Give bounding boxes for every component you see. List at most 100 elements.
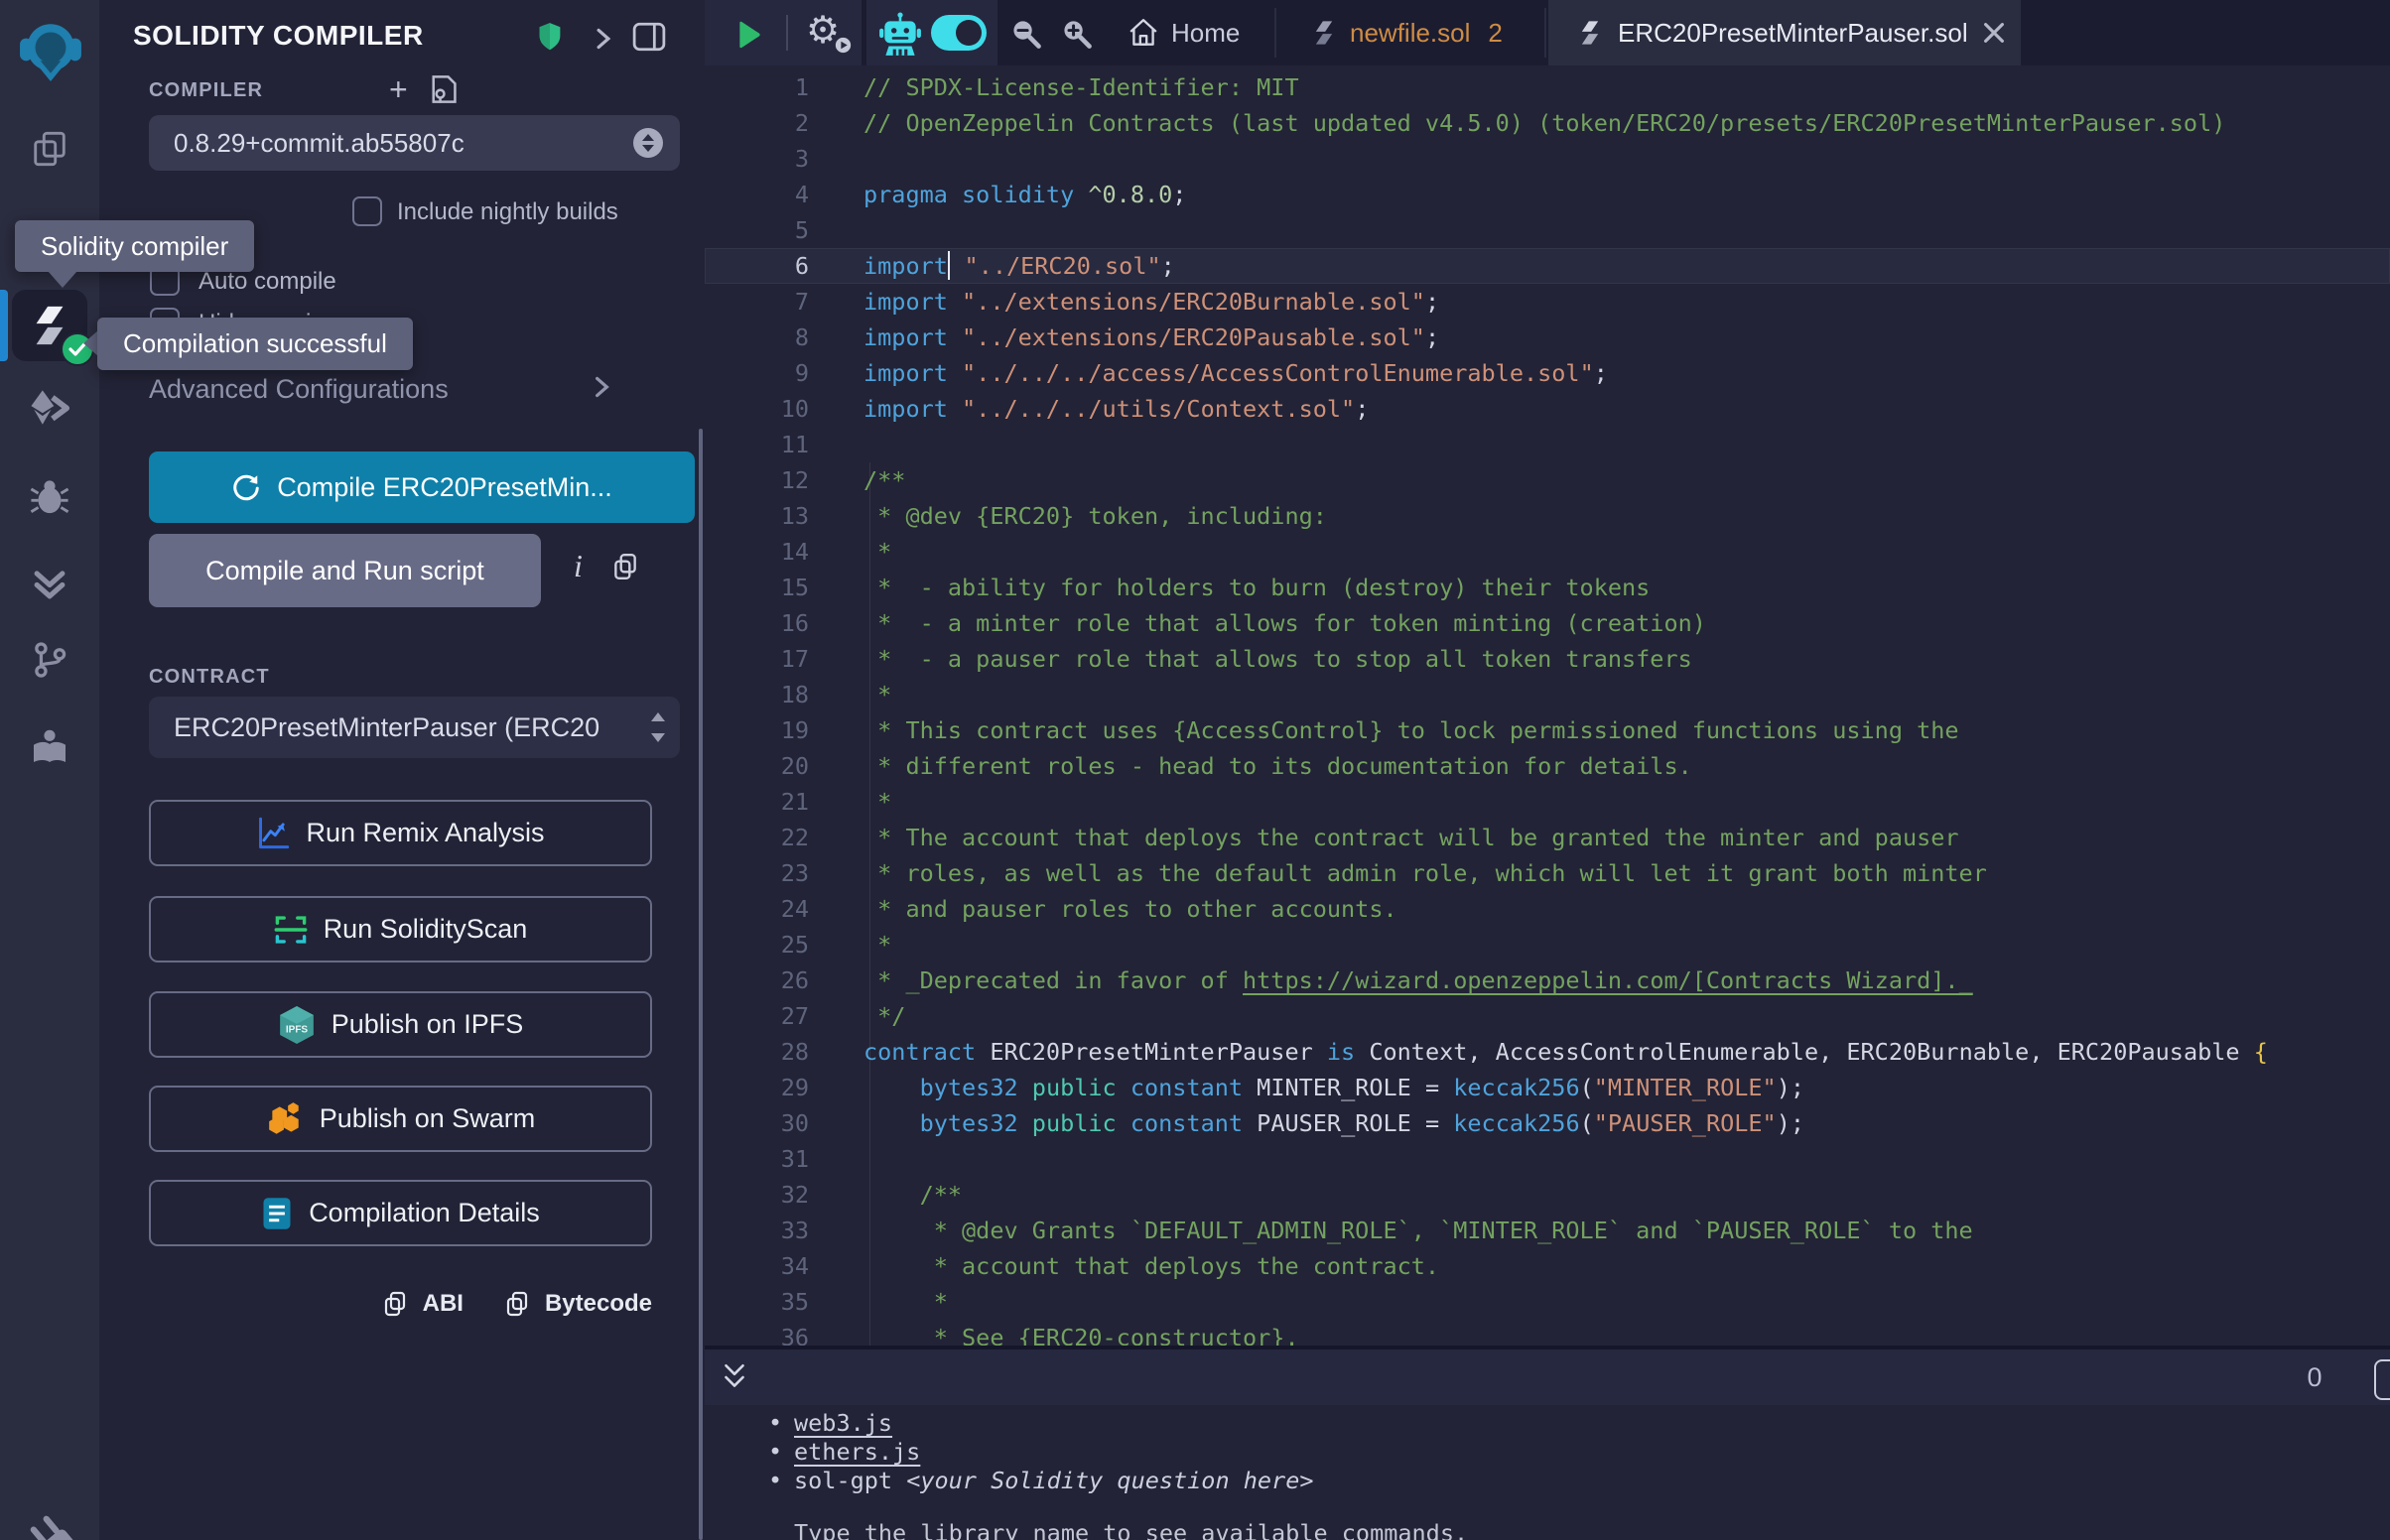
- code-line: 13 * @dev {ERC20} token, including:: [705, 498, 2390, 534]
- scan-frame-icon: [274, 913, 308, 947]
- code-line: 22 * The account that deploys the contra…: [705, 820, 2390, 855]
- compilation-details-button[interactable]: Compilation Details: [149, 1180, 652, 1246]
- code-line: 8import "../extensions/ERC20Pausable.sol…: [705, 320, 2390, 355]
- code-line: 32 /**: [705, 1177, 2390, 1213]
- compiler-version-select[interactable]: 0.8.29+commit.ab55807c: [149, 115, 680, 171]
- refresh-icon: [231, 472, 261, 502]
- code-line: 19 * This contract uses {AccessControl} …: [705, 712, 2390, 748]
- advanced-configurations-row[interactable]: Advanced Configurations: [149, 374, 655, 405]
- tab-newfile[interactable]: newfile.sol 2: [1294, 0, 1519, 65]
- shield-icon: [536, 22, 564, 52]
- code-line: 7import "../extensions/ERC20Burnable.sol…: [705, 284, 2390, 320]
- expand-terminal-icon[interactable]: [722, 1361, 747, 1393]
- panel-layout-icon[interactable]: [632, 22, 666, 52]
- toggle-knob: [956, 20, 982, 46]
- code-line: 12/**: [705, 462, 2390, 498]
- add-compiler-icon[interactable]: +: [389, 71, 408, 108]
- code-line: 25 *: [705, 927, 2390, 962]
- debugger-bug-icon[interactable]: [30, 476, 69, 516]
- gear-play-badge-icon: [834, 36, 853, 55]
- copy-abi-icon[interactable]: [381, 1290, 409, 1318]
- compiler-tooltip-arrow: [48, 271, 77, 288]
- code-line: 26 * _Deprecated in favor of https://wiz…: [705, 962, 2390, 998]
- bytecode-label[interactable]: Bytecode: [545, 1290, 652, 1318]
- file-explorer-icon[interactable]: [30, 129, 69, 169]
- copy-script-icon[interactable]: [610, 552, 640, 581]
- nightly-builds-label: Include nightly builds: [397, 198, 618, 226]
- publish-ipfs-button[interactable]: IPFS Publish on IPFS: [149, 991, 652, 1058]
- code-line: 10import "../../../utils/Context.sol";: [705, 391, 2390, 427]
- panel-scrollbar[interactable]: [699, 429, 703, 1540]
- compile-button[interactable]: Compile ERC20PresetMin...: [149, 451, 695, 523]
- compile-and-run-label: Compile and Run script: [205, 556, 484, 586]
- contract-section-label: CONTRACT: [149, 666, 270, 689]
- code-line: 9import "../../../access/AccessControlEn…: [705, 355, 2390, 391]
- close-tab-icon[interactable]: [1982, 21, 2006, 45]
- compiler-tooltip: Solidity compiler: [15, 220, 254, 272]
- compile-and-run-button[interactable]: Compile and Run script: [149, 534, 541, 607]
- run-solidityscan-label: Run SolidityScan: [324, 914, 528, 945]
- details-doc-icon: [261, 1196, 293, 1231]
- run-remix-analysis-label: Run Remix Analysis: [306, 818, 544, 848]
- toolbar-block: ⚙: [705, 0, 997, 65]
- ai-robot-icon[interactable]: [879, 12, 921, 58]
- deploy-run-icon[interactable]: [30, 389, 69, 429]
- swarm-icon: [266, 1100, 304, 1138]
- run-script-play-icon[interactable]: [736, 20, 762, 50]
- copy-bytecode-icon[interactable]: [503, 1290, 531, 1318]
- zoom-out-icon[interactable]: [1010, 18, 1042, 50]
- contract-select[interactable]: ERC20PresetMinterPauser (ERC20: [149, 697, 680, 758]
- code-line: 5: [705, 212, 2390, 248]
- nightly-builds-checkbox[interactable]: [352, 196, 382, 226]
- terminal-footer-hint: Type the library name to see available c…: [705, 1519, 2390, 1540]
- code-line: 3: [705, 141, 2390, 177]
- git-branch-icon[interactable]: [30, 640, 69, 680]
- code-line: 15 * - ability for holders to burn (dest…: [705, 570, 2390, 605]
- terminal-entry[interactable]: •web3.js: [705, 1409, 2390, 1438]
- code-line: 16 * - a minter role that allows for tok…: [705, 605, 2390, 641]
- publish-swarm-button[interactable]: Publish on Swarm: [149, 1086, 652, 1152]
- panel-title: SOLIDITY COMPILER: [133, 20, 424, 52]
- terminal-output: •web3.js•ethers.js•sol-gpt <your Solidit…: [705, 1405, 2390, 1540]
- toolbar-divider: [862, 0, 866, 65]
- code-line: 34 * account that deploys the contract.: [705, 1248, 2390, 1284]
- learn-book-icon[interactable]: [30, 726, 69, 766]
- run-remix-analysis-button[interactable]: Run Remix Analysis: [149, 800, 652, 866]
- chevron-right-icon[interactable]: [596, 28, 611, 50]
- code-line: 20 * different roles - head to its docum…: [705, 748, 2390, 784]
- compiler-section-label: COMPILER: [149, 79, 263, 102]
- info-icon[interactable]: i: [574, 548, 583, 584]
- code-line: 17 * - a pauser role that allows to stop…: [705, 641, 2390, 677]
- compile-button-label: Compile ERC20PresetMin...: [277, 472, 612, 503]
- terminal-entry[interactable]: •ethers.js: [705, 1438, 2390, 1467]
- run-solidityscan-button[interactable]: Run SolidityScan: [149, 896, 652, 962]
- publish-swarm-label: Publish on Swarm: [320, 1103, 536, 1134]
- code-line: 11: [705, 427, 2390, 462]
- remix-ide-window: SOLIDITY COMPILER COMPILER +: [0, 0, 2390, 1540]
- zoom-in-icon[interactable]: [1061, 18, 1093, 50]
- indent-guide: [869, 462, 870, 1346]
- compilation-details-label: Compilation Details: [309, 1198, 540, 1228]
- code-line: 14 *: [705, 534, 2390, 570]
- code-line: 31: [705, 1141, 2390, 1177]
- code-line: 36 * See {ERC20-constructor}.: [705, 1320, 2390, 1346]
- license-file-icon[interactable]: [429, 73, 459, 105]
- editor-code[interactable]: 1// SPDX-License-Identifier: MIT2// Open…: [705, 65, 2390, 1346]
- remix-logo-icon[interactable]: [18, 18, 83, 83]
- contract-select-value: ERC20PresetMinterPauser (ERC20: [174, 712, 599, 743]
- code-line: 27 */: [705, 998, 2390, 1034]
- terminal-search-box[interactable]: [2374, 1359, 2390, 1400]
- terminal-header: 0: [705, 1349, 2390, 1405]
- terminal-entry: •sol-gpt <your Solidity question here>: [705, 1467, 2390, 1495]
- tab-home[interactable]: Home: [1108, 0, 1260, 65]
- plugin-manager-icon[interactable]: [22, 1510, 77, 1540]
- tab-home-label: Home: [1171, 18, 1240, 49]
- tab-erc20presetminterpauser[interactable]: ERC20PresetMinterPauser.sol: [1548, 0, 2021, 65]
- copilot-toggle[interactable]: [931, 15, 987, 51]
- publish-ipfs-label: Publish on IPFS: [332, 1009, 524, 1040]
- abi-label[interactable]: ABI: [423, 1290, 464, 1318]
- code-line: 18 *: [705, 677, 2390, 712]
- unit-testing-icon[interactable]: [30, 564, 69, 603]
- code-line: 6import "../ERC20.sol";: [705, 248, 2390, 284]
- code-line: 29 bytes32 public constant MINTER_ROLE =…: [705, 1070, 2390, 1105]
